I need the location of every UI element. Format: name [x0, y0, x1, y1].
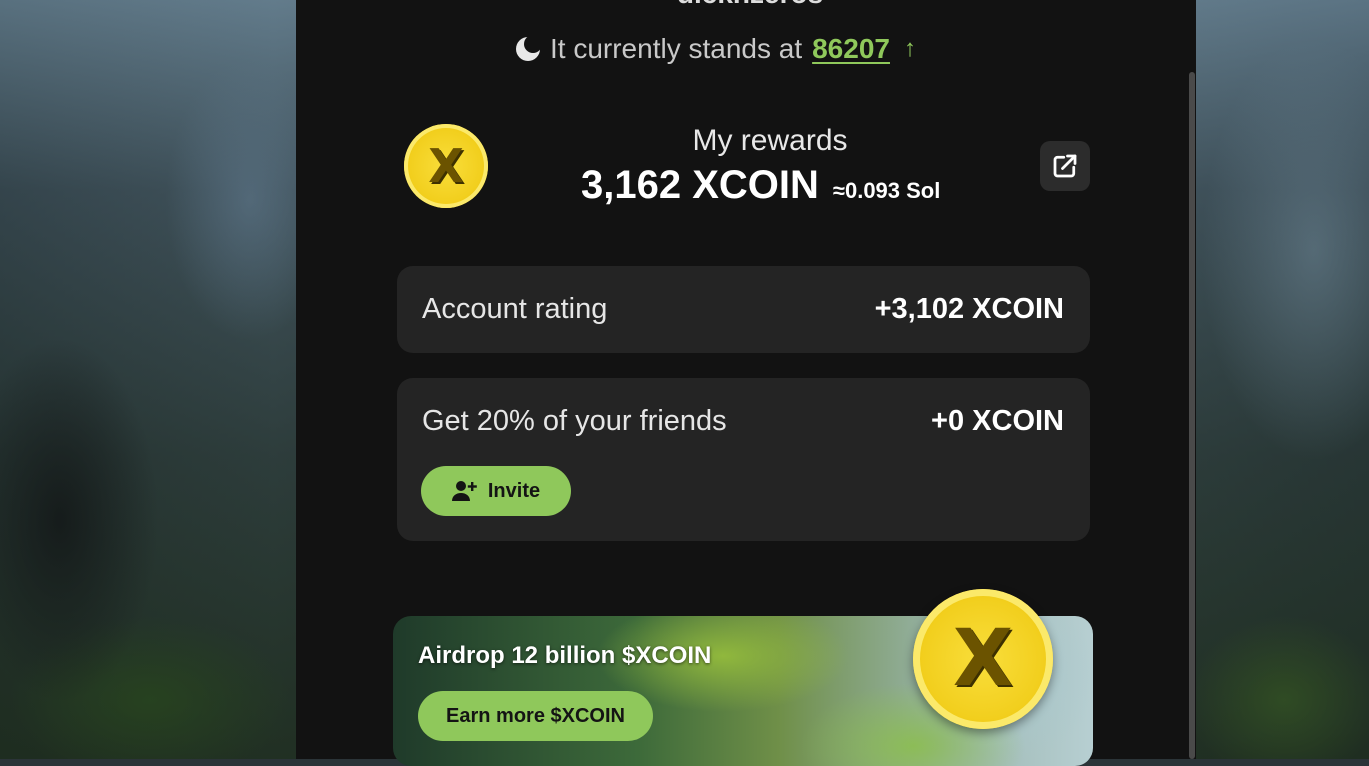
background-rocks-left — [0, 0, 300, 759]
xcoin-logo-icon: X — [404, 124, 488, 208]
standing-label: It currently stands at — [550, 33, 803, 64]
coin-letter-large: X — [952, 614, 1014, 704]
rewards-sol-amount: ≈0.093 Sol — [832, 178, 941, 203]
account-rating-amount: +3,102 XCOIN — [874, 293, 1064, 325]
add-user-icon — [451, 481, 477, 501]
invite-label: Invite — [487, 479, 541, 502]
external-link-button[interactable] — [1040, 141, 1090, 191]
scrollbar[interactable] — [1189, 72, 1195, 759]
standing-value-link[interactable]: 86207 — [812, 33, 890, 65]
xcoin-large-icon: X — [913, 589, 1053, 729]
rewards-amount: 3,162 XCOIN ≈0.093 Sol — [581, 163, 940, 208]
moon-icon — [516, 35, 542, 61]
earn-more-button[interactable]: Earn more $XCOIN — [418, 691, 653, 741]
friends-label: Get 20% of your friends — [422, 405, 727, 437]
invite-button[interactable]: Invite — [421, 466, 571, 516]
background-rocks-right — [1194, 0, 1369, 759]
account-rating-label: Account rating — [422, 293, 608, 325]
rewards-xcoin-amount: 3,162 XCOIN — [581, 163, 819, 207]
page-title: dicknzeros — [600, 0, 900, 10]
rewards-label: My rewards — [692, 124, 848, 157]
account-rating-card: Account rating +3,102 XCOIN — [397, 266, 1090, 353]
friends-card: Get 20% of your friends +0 XCOIN Invite — [397, 378, 1090, 541]
arrow-up-icon: ↑ — [903, 35, 916, 62]
external-link-icon — [1053, 154, 1077, 178]
current-standing: It currently stands at 86207 ↑ — [516, 30, 916, 68]
coin-letter: X — [428, 139, 464, 193]
airdrop-title: Airdrop 12 billion $XCOIN — [418, 642, 712, 669]
friends-amount: +0 XCOIN — [931, 405, 1064, 437]
